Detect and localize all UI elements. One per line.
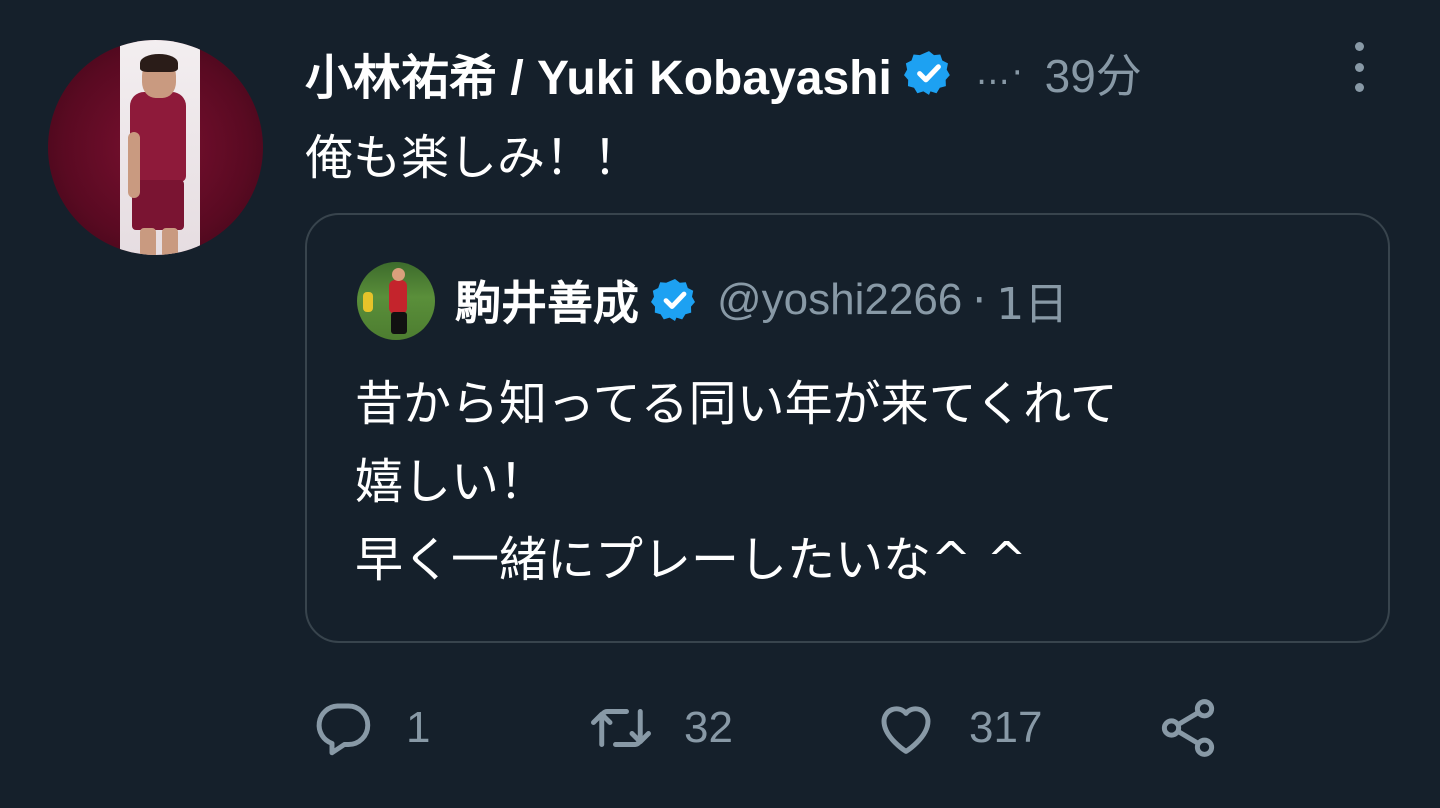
share-button[interactable] [1155, 690, 1221, 766]
reply-count: 1 [406, 703, 431, 752]
more-dot [1354, 42, 1364, 51]
avatar-leg [162, 228, 178, 255]
tweet-text: 俺も楽しみ！！ [305, 130, 642, 186]
retweet-button[interactable]: 32 [588, 690, 733, 766]
avatar-player-head [392, 268, 405, 281]
author-avatar[interactable] [48, 40, 263, 255]
avatar-background-player [363, 292, 373, 312]
quoted-text-line: 早く一緒にプレーしたいな^ ^ [355, 532, 1027, 588]
reply-button[interactable]: 1 [310, 690, 430, 766]
tweet[interactable]: 小林祐希 / Yuki Kobayashi …· 39分 俺も楽しみ！！ 駒井善… [0, 0, 1440, 808]
more-dot [1354, 83, 1364, 92]
avatar-arm [128, 132, 140, 198]
avatar-player-shorts [391, 312, 407, 334]
retweet-count: 32 [684, 703, 733, 752]
quoted-handle: @yoshi2266 [717, 275, 963, 324]
verified-badge-icon [651, 279, 695, 321]
separator-dot: · [972, 274, 987, 326]
tweet-header: 小林祐希 / Yuki Kobayashi …· 39分 [305, 38, 1142, 108]
quoted-tweet-header: 駒井善成 @yoshi2266 · 1日 [455, 267, 1068, 333]
quoted-text-line: 昔から知ってる同い年が来てくれて [355, 376, 1118, 432]
like-button[interactable]: 317 [873, 690, 1042, 766]
like-icon [881, 706, 931, 754]
verified-badge-icon [903, 51, 950, 95]
quoted-display-name: 駒井善成 [455, 276, 639, 330]
more-icon[interactable] [1346, 42, 1372, 92]
avatar-hair [140, 54, 178, 72]
avatar-player-jersey [389, 280, 407, 314]
tweet-timestamp[interactable]: 39分 [1045, 40, 1142, 106]
quoted-tweet-text: 昔から知ってる同い年が来てくれて 嬉しい！ 早く一緒にプレーしたいな^ ^ [355, 365, 1118, 599]
quoted-text-line: 嬉しい！ [355, 454, 548, 510]
quoted-timestamp: 1日 [996, 279, 1069, 330]
quoted-tweet-card[interactable]: 駒井善成 @yoshi2266 · 1日 昔から知ってる同い年が来てくれて 嬉し… [305, 213, 1390, 643]
retweet-icon [591, 709, 651, 747]
reply-icon [316, 703, 371, 756]
header-ellipsis: …· [975, 53, 1025, 93]
quoted-author-avatar [357, 262, 435, 340]
like-count: 317 [969, 703, 1043, 752]
avatar-leg [140, 228, 156, 255]
author-display-name[interactable]: 小林祐希 / Yuki Kobayashi [305, 38, 892, 108]
share-icon [1161, 699, 1215, 757]
more-dot [1354, 62, 1364, 72]
